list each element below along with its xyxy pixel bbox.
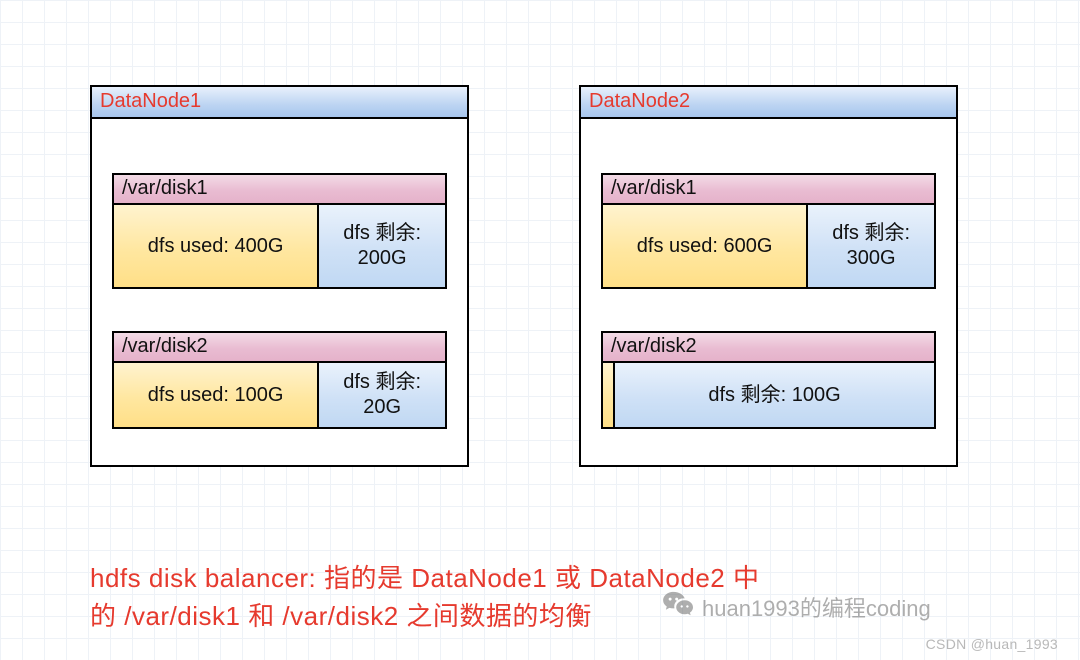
datanode-1-title: DataNode1 [92,87,467,119]
datanode-2-disk-2-used [603,363,615,427]
datanode-2-disk-1-used: dfs used: 600G [603,205,808,287]
csdn-watermark: CSDN @huan_1993 [926,636,1058,652]
datanode-1-disk-1-used: dfs used: 400G [114,205,319,287]
caption: hdfs disk balancer: 指的是 DataNode1 或 Data… [90,560,1040,635]
datanode-2-disk-2: /var/disk2 dfs 剩余: 100G [601,331,936,429]
caption-line-2: 的 /var/disk1 和 /var/disk2 之间数据的均衡 [90,601,592,631]
datanodes-row: DataNode1 /var/disk1 dfs used: 400G dfs … [0,0,1080,467]
datanode-1-disk-1: /var/disk1 dfs used: 400G dfs 剩余: 200G [112,173,447,289]
datanode-1-disk-2-used: dfs used: 100G [114,363,319,427]
datanode-1-disk-1-body: dfs used: 400G dfs 剩余: 200G [114,205,445,287]
caption-line-1: hdfs disk balancer: 指的是 DataNode1 或 Data… [90,563,759,593]
datanode-2-disk-1-body: dfs used: 600G dfs 剩余: 300G [603,205,934,287]
datanode-1-disk-2-free: dfs 剩余: 20G [319,363,445,427]
datanode-2-body: /var/disk1 dfs used: 600G dfs 剩余: 300G /… [581,119,956,465]
datanode-2-disk-2-path: /var/disk2 [603,333,934,363]
datanode-1-disk-2-body: dfs used: 100G dfs 剩余: 20G [114,363,445,427]
datanode-1-disk-1-path: /var/disk1 [114,175,445,205]
datanode-1-body: /var/disk1 dfs used: 400G dfs 剩余: 200G /… [92,119,467,465]
datanode-1-disk-1-free: dfs 剩余: 200G [319,205,445,287]
datanode-1: DataNode1 /var/disk1 dfs used: 400G dfs … [90,85,469,467]
datanode-2-title: DataNode2 [581,87,956,119]
datanode-2-disk-1: /var/disk1 dfs used: 600G dfs 剩余: 300G [601,173,936,289]
datanode-1-disk-2-path: /var/disk2 [114,333,445,363]
datanode-2-disk-1-free: dfs 剩余: 300G [808,205,934,287]
datanode-2: DataNode2 /var/disk1 dfs used: 600G dfs … [579,85,958,467]
datanode-2-disk-2-free: dfs 剩余: 100G [615,363,934,427]
datanode-2-disk-1-path: /var/disk1 [603,175,934,205]
datanode-2-disk-2-body: dfs 剩余: 100G [603,363,934,427]
datanode-1-disk-2: /var/disk2 dfs used: 100G dfs 剩余: 20G [112,331,447,429]
